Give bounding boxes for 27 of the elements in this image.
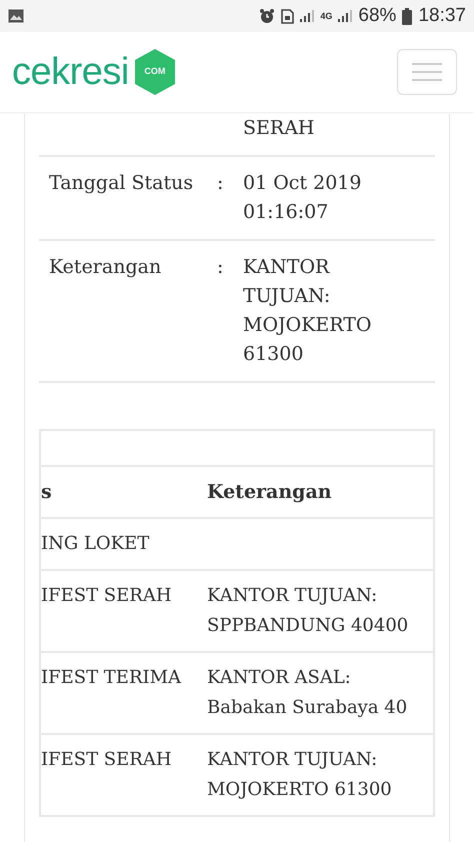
network-type: 4G <box>320 12 332 20</box>
sim-icon <box>281 8 294 24</box>
table-cell: KANTOR ASAL: Babakan Surabaya 40 <box>207 667 408 718</box>
field-label: Tanggal Status <box>49 172 194 194</box>
separator-colon: : <box>217 172 224 194</box>
site-logo[interactable]: cekresi COM <box>12 48 177 96</box>
separator-colon: : <box>217 256 224 278</box>
table-cell: IFEST TERIMA <box>41 667 182 688</box>
table-cell: IFEST SERAH <box>41 749 172 770</box>
battery-percent: 68% <box>358 4 396 28</box>
signal-icon <box>338 10 352 22</box>
image-icon <box>8 9 24 23</box>
column-header: Keterangan <box>207 480 332 503</box>
table-cell: IFEST SERAH <box>41 585 172 606</box>
field-value: KANTOR TUJUAN: MOJOKERTO 61300 <box>243 256 372 365</box>
signal-icon <box>300 10 314 22</box>
field-label: Keterangan <box>49 256 162 278</box>
table-cell: KANTOR TUJUAN: SPPBANDUNG 40400 <box>207 585 408 636</box>
table-cell: KANTOR TUJUAN: MOJOKERTO 61300 <box>207 749 392 800</box>
field-value: SERAH <box>243 117 314 139</box>
field-value: 01 Oct 2019 01:16:07 <box>243 172 362 223</box>
column-header: s <box>41 480 52 503</box>
battery-icon <box>402 8 412 24</box>
menu-button[interactable] <box>397 49 457 95</box>
table-cell: ING LOKET <box>41 533 150 554</box>
alarm-icon <box>259 8 276 24</box>
clock-time: 18:37 <box>418 4 466 28</box>
